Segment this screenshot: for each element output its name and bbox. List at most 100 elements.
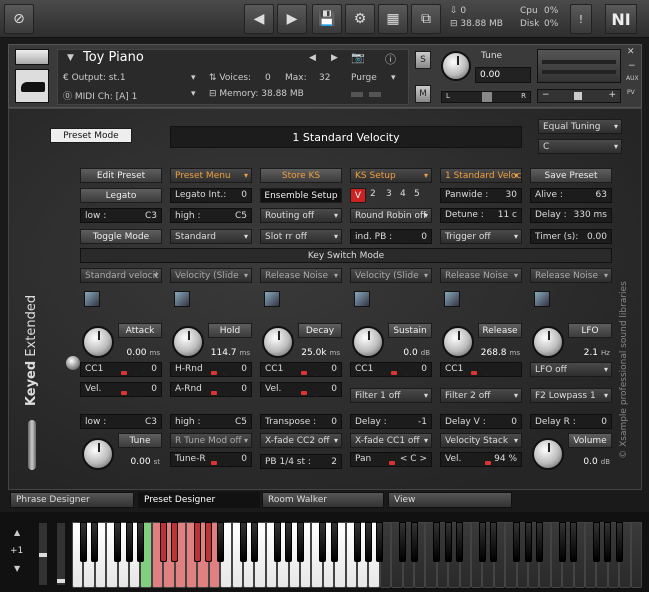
volume-slider-handle[interactable] <box>574 92 582 100</box>
decay-vel-handle[interactable] <box>301 391 317 396</box>
lfo-knob[interactable] <box>532 326 564 358</box>
black-key[interactable] <box>364 522 372 562</box>
slot-3-dropdown[interactable]: Release Noise <box>260 268 342 283</box>
low2-key-field[interactable]: low : C3 <box>80 414 162 429</box>
fine-tune-knob[interactable] <box>82 438 114 470</box>
tune-value[interactable]: 0.00 <box>475 67 531 83</box>
decay-value[interactable]: 25.0k ms <box>294 345 342 360</box>
black-key[interactable] <box>91 522 99 562</box>
black-key[interactable] <box>136 522 144 562</box>
black-key[interactable] <box>114 522 122 562</box>
decay-vel-slider[interactable]: Vel. 0 <box>260 382 342 397</box>
black-key[interactable] <box>558 522 566 562</box>
filter-2-dropdown[interactable]: Filter 2 off <box>440 388 522 403</box>
ks-slot-4[interactable]: 4 <box>400 189 406 199</box>
slot-5-dropdown[interactable]: Release Noise <box>440 268 522 283</box>
legato-int-slider[interactable]: Legato Int.: 0 <box>170 188 252 203</box>
volume-value[interactable]: 0.0 dB <box>564 454 612 469</box>
black-key[interactable] <box>444 522 452 562</box>
midi-row[interactable]: ⓪ MIDI Ch: [A] 1 <box>63 89 137 102</box>
black-key[interactable] <box>319 522 327 562</box>
black-key[interactable] <box>524 522 532 562</box>
black-key[interactable] <box>79 522 87 562</box>
low-key-field[interactable]: low : C3 <box>80 208 162 223</box>
ks-slot-5[interactable]: 5 <box>414 189 420 199</box>
ks-setup-dropdown[interactable]: KS Setup <box>350 168 432 183</box>
ind-pb-field[interactable]: ind. PB : 0 <box>350 229 432 244</box>
black-key[interactable] <box>570 522 578 562</box>
delay-r-field[interactable]: Delay R : 0 <box>530 414 612 429</box>
octave-up-icon[interactable]: ▲ <box>14 528 20 537</box>
black-key[interactable] <box>433 522 441 562</box>
edit-preset-button[interactable]: Edit Preset <box>80 168 162 183</box>
volume-slider[interactable]: − + <box>537 89 621 103</box>
black-key[interactable] <box>239 522 247 562</box>
side-scroll-handle[interactable] <box>28 420 36 470</box>
attack-cc1-slider[interactable]: CC1 0 <box>80 362 162 377</box>
velocity-preset-dropdown[interactable]: 1 Standard Velocity <box>440 168 522 183</box>
timer-field[interactable]: Timer (s): 0.00 <box>530 229 612 244</box>
sustain-cc1-slider[interactable]: CC1 0 <box>350 362 432 377</box>
decay-cc1-handle[interactable] <box>301 371 317 376</box>
ks-slot-v[interactable]: V <box>350 188 366 203</box>
vel-amount-slider[interactable]: Vel. 94 % <box>440 452 522 467</box>
black-key[interactable] <box>535 522 543 562</box>
volume-knob[interactable] <box>532 438 564 470</box>
black-key[interactable] <box>604 522 612 562</box>
black-key[interactable] <box>205 522 213 562</box>
slot-5-toggle[interactable] <box>444 291 460 307</box>
white-key[interactable] <box>630 522 642 588</box>
black-key[interactable] <box>615 522 623 562</box>
save-icon[interactable]: 💾 <box>312 4 342 34</box>
arnd-slider[interactable]: A-Rnd 0 <box>170 382 252 397</box>
sustain-value[interactable]: 0.0 dB <box>384 345 432 360</box>
slot-2-toggle[interactable] <box>174 291 190 307</box>
tab-room-walker[interactable]: Room Walker <box>262 492 384 508</box>
lfo-dropdown[interactable]: LFO off <box>530 362 612 377</box>
black-key[interactable] <box>159 522 167 562</box>
output-value[interactable]: st.1 <box>109 73 126 83</box>
prev-arrow-icon[interactable]: ◀ <box>244 4 274 34</box>
attack-value[interactable]: 0.00 ms <box>114 345 162 360</box>
fine-tune-value[interactable]: 0.00 st <box>114 454 162 469</box>
attack-knob[interactable] <box>82 326 114 358</box>
ks-slot-3[interactable]: 3 <box>386 189 392 199</box>
xfade-cc1-dropdown[interactable]: X-fade CC1 off <box>350 433 432 448</box>
decay-knob[interactable] <box>262 326 294 358</box>
store-ks-button[interactable]: Store KS <box>260 168 342 183</box>
close-icon[interactable]: ✕ <box>627 47 635 57</box>
black-key[interactable] <box>285 522 293 562</box>
preset-mode-button[interactable]: Preset Mode <box>50 128 132 143</box>
max-value[interactable]: 32 <box>319 73 330 83</box>
slot-4-dropdown[interactable]: Velocity (Slide <box>350 268 432 283</box>
minimize-icon[interactable]: − <box>628 61 636 71</box>
output-dd-arrow-icon[interactable]: ▾ <box>191 73 196 83</box>
routing-dropdown[interactable]: Routing off <box>260 208 342 223</box>
arnd-handle[interactable] <box>211 391 227 396</box>
hrnd-slider[interactable]: H-Rnd 0 <box>170 362 252 377</box>
pan-handle[interactable] <box>482 92 492 102</box>
camera-icon[interactable]: 📷 <box>351 51 365 64</box>
pan-slider[interactable]: L R <box>441 91 531 103</box>
black-key[interactable] <box>171 522 179 562</box>
purge-button[interactable]: Purge <box>351 73 377 83</box>
mute-button[interactable]: M <box>415 85 431 103</box>
black-key[interactable] <box>376 522 384 562</box>
pan-slider-main[interactable]: Pan < C > <box>350 452 432 467</box>
alive-slider[interactable]: Alive : 63 <box>530 188 612 203</box>
prev-instrument-icon[interactable]: ◀ <box>309 53 316 63</box>
pitch-wheel[interactable] <box>38 522 48 586</box>
black-key[interactable] <box>296 522 304 562</box>
attack-vel-handle[interactable] <box>121 391 137 396</box>
resize-icon[interactable]: ⧉ <box>411 4 441 34</box>
black-key[interactable] <box>410 522 418 562</box>
tune-knob[interactable] <box>441 51 471 81</box>
ni-logo[interactable]: NI <box>605 4 637 34</box>
delay-slider[interactable]: Delay : 330 ms <box>530 208 612 223</box>
transpose-field[interactable]: Transpose : 0 <box>260 414 342 429</box>
mod-wheel[interactable] <box>56 522 66 586</box>
tab-phrase-designer[interactable]: Phrase Designer <box>10 492 134 508</box>
black-key[interactable] <box>193 522 201 562</box>
pv-button[interactable]: PV <box>627 89 635 96</box>
lfo-value[interactable]: 2.1 Hz <box>564 345 612 360</box>
